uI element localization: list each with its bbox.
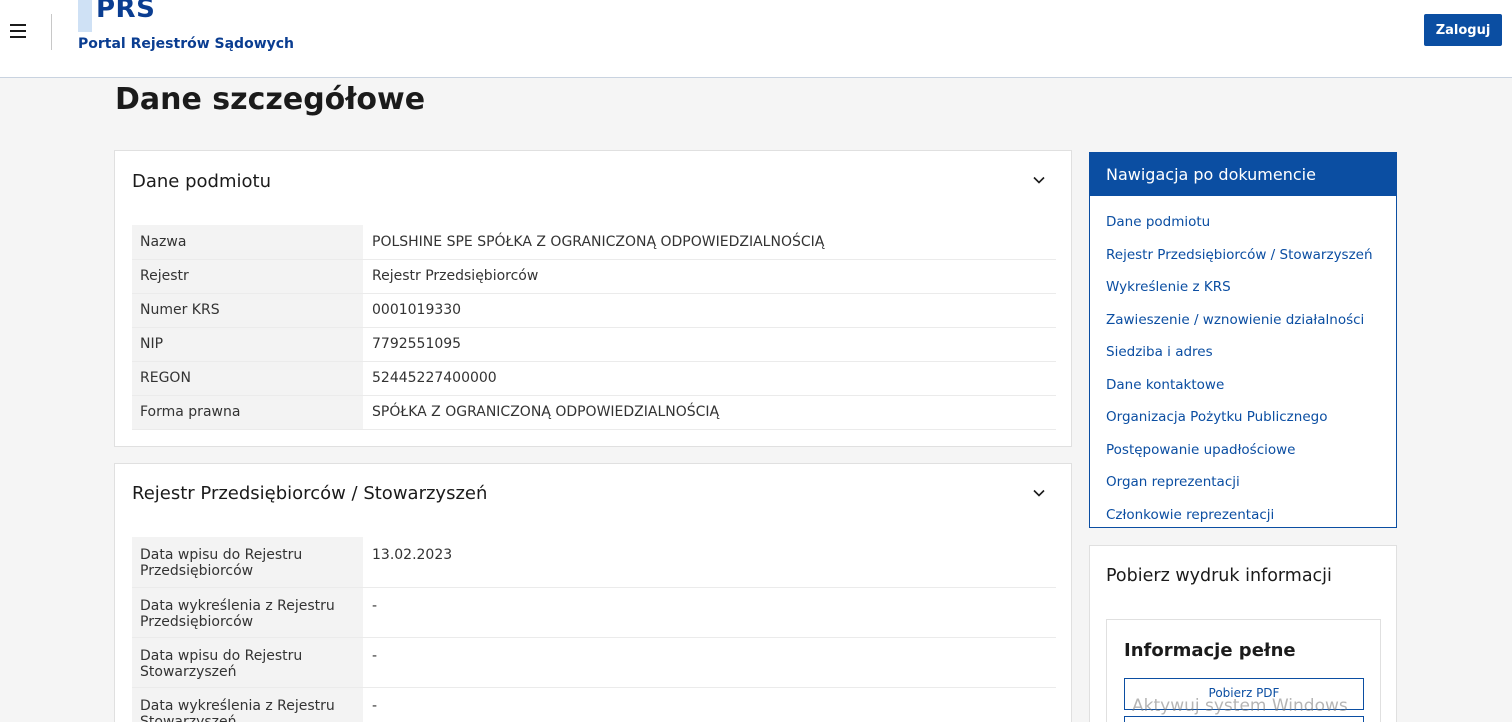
document-navigation: Nawigacja po dokumencie Dane podmiotu Re… <box>1089 152 1397 528</box>
row-value: 52445227400000 <box>363 361 1056 396</box>
row-value: 13.02.2023 <box>363 537 1056 588</box>
page-title: Dane szczegółowe <box>115 82 426 117</box>
row-value: 7792551095 <box>363 327 1056 362</box>
full-info-title: Informacje pełne <box>1124 640 1296 661</box>
table-row: REGON 52445227400000 <box>132 361 1056 396</box>
table-row: Data wykreślenia z Rejestru Przedsiębior… <box>132 587 1056 638</box>
login-button[interactable]: Zaloguj <box>1424 14 1502 46</box>
row-label: Forma prawna <box>132 395 363 430</box>
logo-accent-bar <box>78 0 92 32</box>
nav-link-address[interactable]: Siedziba i adres <box>1090 336 1396 369</box>
row-label: Rejestr <box>132 259 363 294</box>
table-row: Numer KRS 0001019330 <box>132 293 1056 328</box>
row-value: POLSHINE SPE SPÓŁKA Z OGRANICZONĄ ODPOWI… <box>363 225 1056 260</box>
row-value: - <box>363 637 1056 688</box>
register-section: Rejestr Przedsiębiorców / Stowarzyszeń D… <box>114 463 1072 722</box>
row-label: Data wpisu do Rejestru Przedsiębiorców <box>132 537 363 588</box>
section-title[interactable]: Dane podmiotu <box>132 171 271 192</box>
table-row: Nazwa POLSHINE SPE SPÓŁKA Z OGRANICZONĄ O… <box>132 225 1056 260</box>
table-row: Data wpisu do Rejestru Przedsiębiorców 13… <box>132 537 1056 588</box>
row-label: Numer KRS <box>132 293 363 328</box>
row-value: - <box>363 687 1056 722</box>
nav-link-suspension[interactable]: Zawieszenie / wznowienie działalności <box>1090 304 1396 337</box>
download-title: Pobierz wydruk informacji <box>1106 566 1332 586</box>
top-header: PRS Portal Rejestrów Sądowych Zaloguj <box>0 0 1512 78</box>
windows-activation-watermark: Aktywuj system Windows <box>1132 696 1348 716</box>
navigation-title: Nawigacja po dokumencie <box>1090 153 1396 196</box>
row-label: Data wpisu do Rejestru Stowarzyszeń <box>132 637 363 688</box>
table-row: NIP 7792551095 <box>132 327 1056 362</box>
entity-data-section: Dane podmiotu Nazwa POLSHINE SPE SPÓŁKA Z… <box>114 150 1072 447</box>
row-value: - <box>363 587 1056 638</box>
row-value: 0001019330 <box>363 293 1056 328</box>
hamburger-menu-icon[interactable] <box>10 24 28 38</box>
nav-link-register[interactable]: Rejestr Przedsiębiorców / Stowarzyszeń <box>1090 239 1396 272</box>
download-secondary-button[interactable] <box>1124 716 1364 722</box>
nav-link-contact[interactable]: Dane kontaktowe <box>1090 369 1396 402</box>
nav-link-representation-body[interactable]: Organ reprezentacji <box>1090 466 1396 499</box>
chevron-down-icon[interactable] <box>1032 486 1046 500</box>
nav-link-representation-members[interactable]: Członkowie reprezentacji <box>1090 499 1396 532</box>
header-divider <box>51 14 52 50</box>
nav-link-public-benefit[interactable]: Organizacja Pożytku Publicznego <box>1090 401 1396 434</box>
row-label: REGON <box>132 361 363 396</box>
section-title[interactable]: Rejestr Przedsiębiorców / Stowarzyszeń <box>132 483 487 504</box>
logo-title[interactable]: PRS <box>96 0 155 24</box>
nav-link-entity-data[interactable]: Dane podmiotu <box>1090 206 1396 239</box>
row-value: SPÓŁKA Z OGRANICZONĄ ODPOWIEDZIALNOŚCIĄ <box>363 395 1056 430</box>
row-value: Rejestr Przedsiębiorców <box>363 259 1056 294</box>
table-row: Forma prawna SPÓŁKA Z OGRANICZONĄ ODPOWIE… <box>132 395 1056 430</box>
table-row: Data wykreślenia z Rejestru Stowarzyszeń… <box>132 687 1056 722</box>
row-label: Data wykreślenia z Rejestru Stowarzyszeń <box>132 687 363 722</box>
logo-subtitle[interactable]: Portal Rejestrów Sądowych <box>78 36 294 52</box>
table-row: Rejestr Rejestr Przedsiębiorców <box>132 259 1056 294</box>
nav-link-deletion[interactable]: Wykreślenie z KRS <box>1090 271 1396 304</box>
entity-data-table: Nazwa POLSHINE SPE SPÓŁKA Z OGRANICZONĄ O… <box>132 225 1056 430</box>
row-label: Data wykreślenia z Rejestru Przedsiębior… <box>132 587 363 638</box>
row-label: Nazwa <box>132 225 363 260</box>
nav-link-bankruptcy[interactable]: Postępowanie upadłościowe <box>1090 434 1396 467</box>
register-data-table: Data wpisu do Rejestru Przedsiębiorców 13… <box>132 537 1056 722</box>
row-label: NIP <box>132 327 363 362</box>
navigation-list: Dane podmiotu Rejestr Przedsiębiorców / … <box>1090 196 1396 531</box>
table-row: Data wpisu do Rejestru Stowarzyszeń - <box>132 637 1056 688</box>
chevron-down-icon[interactable] <box>1032 173 1046 187</box>
